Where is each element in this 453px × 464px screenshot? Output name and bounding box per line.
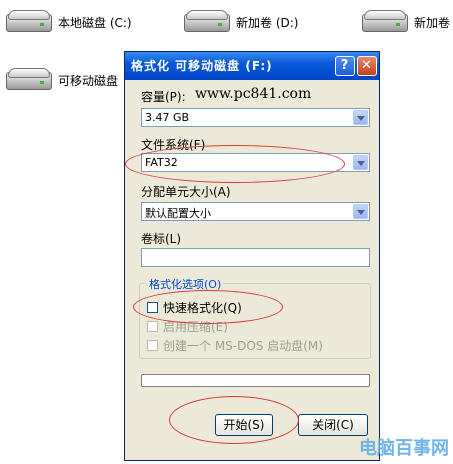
msdos-startup-checkbox: 创建一个 MS-DOS 启动盘(M) bbox=[147, 337, 323, 354]
capacity-value: 3.47 GB bbox=[145, 111, 190, 124]
close-button[interactable]: 关闭(C) bbox=[298, 414, 368, 436]
quick-format-label: 快速格式化(Q) bbox=[163, 301, 242, 315]
alloc-unit-label: 分配单元大小(A) bbox=[141, 185, 231, 199]
hard-disk-icon bbox=[360, 8, 408, 36]
help-button[interactable]: ? bbox=[335, 56, 355, 76]
format-progress-bar bbox=[141, 374, 370, 387]
msdos-startup-label: 创建一个 MS-DOS 启动盘(M) bbox=[163, 339, 323, 353]
drive-label: 本地磁盘 (C:) bbox=[58, 15, 132, 30]
format-options-title: 格式化选项(O) bbox=[147, 276, 224, 292]
watermark-logo: 电脑百事网 bbox=[359, 438, 449, 459]
volume-label-label: 卷标(L) bbox=[141, 232, 182, 246]
checkbox-box bbox=[147, 340, 158, 351]
removable-disk-icon bbox=[4, 66, 52, 94]
drive-e[interactable]: 新加卷 bbox=[360, 8, 450, 36]
hard-disk-icon bbox=[182, 8, 230, 36]
capacity-label: 容量(P): bbox=[141, 90, 186, 104]
alloc-unit-select[interactable]: 默认配置大小 bbox=[141, 202, 370, 221]
drive-label: 可移动磁盘 bbox=[58, 73, 119, 88]
format-dialog: 格式化 可移动磁盘 (F:) ? ✕ 容量(P): www.pc841.com … bbox=[124, 51, 380, 461]
drive-label: 新加卷 (D:) bbox=[236, 15, 299, 30]
checkbox-box[interactable] bbox=[147, 302, 158, 313]
dialog-title: 格式化 可移动磁盘 (F:) bbox=[131, 59, 273, 73]
drive-d[interactable]: 新加卷 (D:) bbox=[182, 8, 298, 36]
enable-compression-checkbox: 启用压缩(E) bbox=[147, 318, 228, 335]
quick-format-checkbox[interactable]: 快速格式化(Q) bbox=[147, 299, 242, 316]
chevron-down-icon[interactable] bbox=[353, 110, 368, 125]
hard-disk-icon bbox=[4, 8, 52, 36]
drive-c[interactable]: 本地磁盘 (C:) bbox=[4, 8, 132, 36]
site-url: www.pc841.com bbox=[195, 86, 312, 102]
start-button[interactable]: 开始(S) bbox=[215, 414, 273, 436]
drive-removable[interactable]: 可移动磁盘 bbox=[4, 66, 118, 94]
close-window-button[interactable]: ✕ bbox=[357, 56, 377, 76]
capacity-select[interactable]: 3.47 GB bbox=[141, 108, 370, 127]
chevron-down-icon[interactable] bbox=[353, 204, 368, 219]
filesystem-label: 文件系统(F) bbox=[141, 138, 206, 152]
enable-compression-label: 启用压缩(E) bbox=[163, 320, 228, 334]
chevron-down-icon[interactable] bbox=[353, 155, 368, 170]
alloc-unit-value: 默认配置大小 bbox=[145, 207, 211, 220]
filesystem-select[interactable]: FAT32 bbox=[141, 153, 370, 172]
dialog-titlebar[interactable]: 格式化 可移动磁盘 (F:) ? ✕ bbox=[125, 52, 379, 80]
filesystem-value: FAT32 bbox=[145, 156, 178, 169]
checkbox-box bbox=[147, 321, 158, 332]
drive-label: 新加卷 bbox=[414, 15, 451, 30]
volume-label-input[interactable] bbox=[141, 248, 370, 267]
